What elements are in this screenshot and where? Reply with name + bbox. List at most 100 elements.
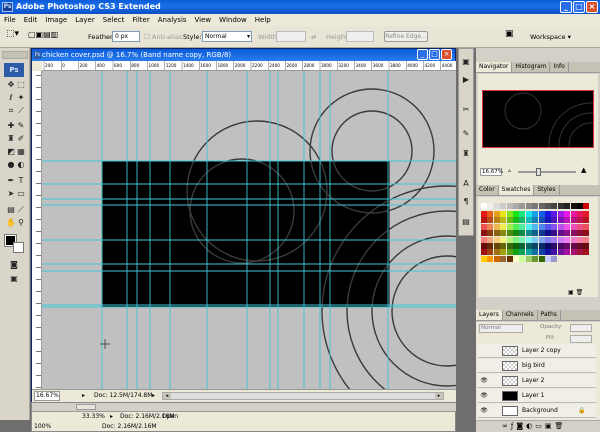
swatch[interactable] [500,249,507,256]
swatch[interactable] [551,211,558,217]
fill-input[interactable] [570,335,592,343]
swatch[interactable] [538,230,545,237]
maximize-icon[interactable]: □ [573,1,585,13]
swatch[interactable] [493,230,500,237]
swatch[interactable] [538,203,545,209]
swatch[interactable] [506,236,513,243]
swatch[interactable] [538,236,545,243]
menu-analysis[interactable]: Analysis [154,14,191,26]
swatch[interactable] [525,217,532,224]
workspace-button[interactable]: Workspace ▾ [530,32,571,42]
swatch[interactable] [487,217,494,224]
swatch[interactable] [500,223,507,230]
swatch[interactable] [481,203,487,209]
tool-presets-icon[interactable]: ✂ [461,105,471,115]
zoom-out-icon[interactable]: ▵ [508,167,511,174]
screen-mode-icon[interactable]: ▣ [9,274,19,284]
swatch[interactable] [487,243,494,249]
swatch[interactable] [481,211,487,217]
gradient-tool-icon[interactable]: ▦ [16,147,26,157]
eraser-tool-icon[interactable]: ◩ [6,147,16,157]
swatch[interactable] [519,217,526,224]
swatch[interactable] [481,243,487,249]
path-selection-icon[interactable]: ➤ [6,189,16,199]
swatch[interactable] [506,211,513,217]
swatch[interactable] [525,211,532,217]
swatch[interactable] [570,211,577,217]
swatch[interactable] [577,249,583,256]
swatch[interactable] [538,243,545,249]
visibility-eye-icon[interactable]: 👁 [479,374,489,387]
swatch[interactable] [487,249,494,256]
doc-maximize-icon[interactable]: □ [429,49,440,60]
shape-tool-icon[interactable]: ▭ [16,189,26,199]
swatch[interactable] [532,230,539,237]
swatch[interactable] [506,203,513,209]
swatch[interactable] [500,236,507,243]
swatch[interactable] [564,230,571,237]
layer-row[interactable]: big bird [478,359,596,373]
adjustment-layer-icon[interactable]: ◐ [526,422,535,430]
swatch[interactable] [481,217,487,224]
swatch[interactable] [525,223,532,230]
swatch[interactable] [557,217,564,224]
selection-mode-icons[interactable]: ▢▣▤▥ [28,30,58,40]
swatch[interactable] [493,203,500,209]
swatch[interactable] [487,203,494,209]
swatch[interactable] [487,211,494,217]
horizontal-ruler[interactable]: 200 0 200 400 600 800 1000 1200 1400 1600 1800 2000… [42,61,456,71]
layer-comps-icon[interactable]: ▤ [461,217,471,227]
navigator-zoom-slider[interactable] [518,168,576,176]
swatch[interactable] [564,243,571,249]
swatch[interactable] [583,203,590,209]
swatch[interactable] [513,203,519,209]
swatch[interactable] [551,255,558,262]
swatch[interactable] [493,255,500,262]
swatch[interactable] [551,230,558,237]
swatch[interactable] [557,249,564,256]
vertical-ruler[interactable] [32,71,42,389]
swatch[interactable] [551,243,558,249]
swatch[interactable] [570,230,577,237]
swatch[interactable] [545,223,551,230]
swatch[interactable] [577,236,583,243]
menu-file[interactable]: File [0,14,20,26]
second-doc-scrollbar[interactable] [32,403,456,412]
swatch[interactable] [583,243,590,249]
swatch[interactable] [481,223,487,230]
document-title-bar[interactable]: Ps chicken cover.psd @ 16.7% (Band name … [32,49,455,61]
swatch[interactable] [493,243,500,249]
zoom-in-icon[interactable]: ▲ [581,166,586,174]
visibility-eye-icon[interactable]: 👁 [479,389,489,402]
swatch[interactable] [538,255,545,262]
marquee-preset-icon[interactable]: ⬚▾ [6,29,19,39]
swatch[interactable] [557,243,564,249]
swatch[interactable] [570,243,577,249]
swatch[interactable] [551,223,558,230]
swatch[interactable] [557,211,564,217]
swatch[interactable] [525,230,532,237]
tab-channels[interactable]: Channels [503,310,538,320]
swatch[interactable] [525,243,532,249]
menu-select[interactable]: Select [99,14,129,26]
swatch[interactable] [538,249,545,256]
tools-gripper[interactable] [2,51,28,59]
tab-navigator[interactable]: Navigator [476,62,513,72]
swatch[interactable] [487,236,494,243]
image-canvas[interactable] [102,161,389,307]
tab-styles[interactable]: Styles [534,185,560,195]
zoom-tool-icon[interactable]: ⚲ [16,218,26,228]
scroll-left-icon[interactable]: ◂ [163,393,171,399]
magic-wand-icon[interactable]: ✦ [16,93,26,103]
scroll-right-icon[interactable]: ▸ [435,393,443,399]
swatch[interactable] [551,249,558,256]
clone-source-icon[interactable]: ♜ [461,149,471,159]
layer-row[interactable]: 👁 Layer 2 [478,374,596,388]
paragraph-panel-icon[interactable]: ¶ [461,197,471,207]
swatch[interactable] [500,243,507,249]
close-icon[interactable]: × [586,1,598,13]
swatch[interactable] [513,223,519,230]
swatch[interactable] [519,203,526,209]
move-tool-icon[interactable]: ✥ [6,80,16,90]
menu-filter[interactable]: Filter [128,14,153,26]
